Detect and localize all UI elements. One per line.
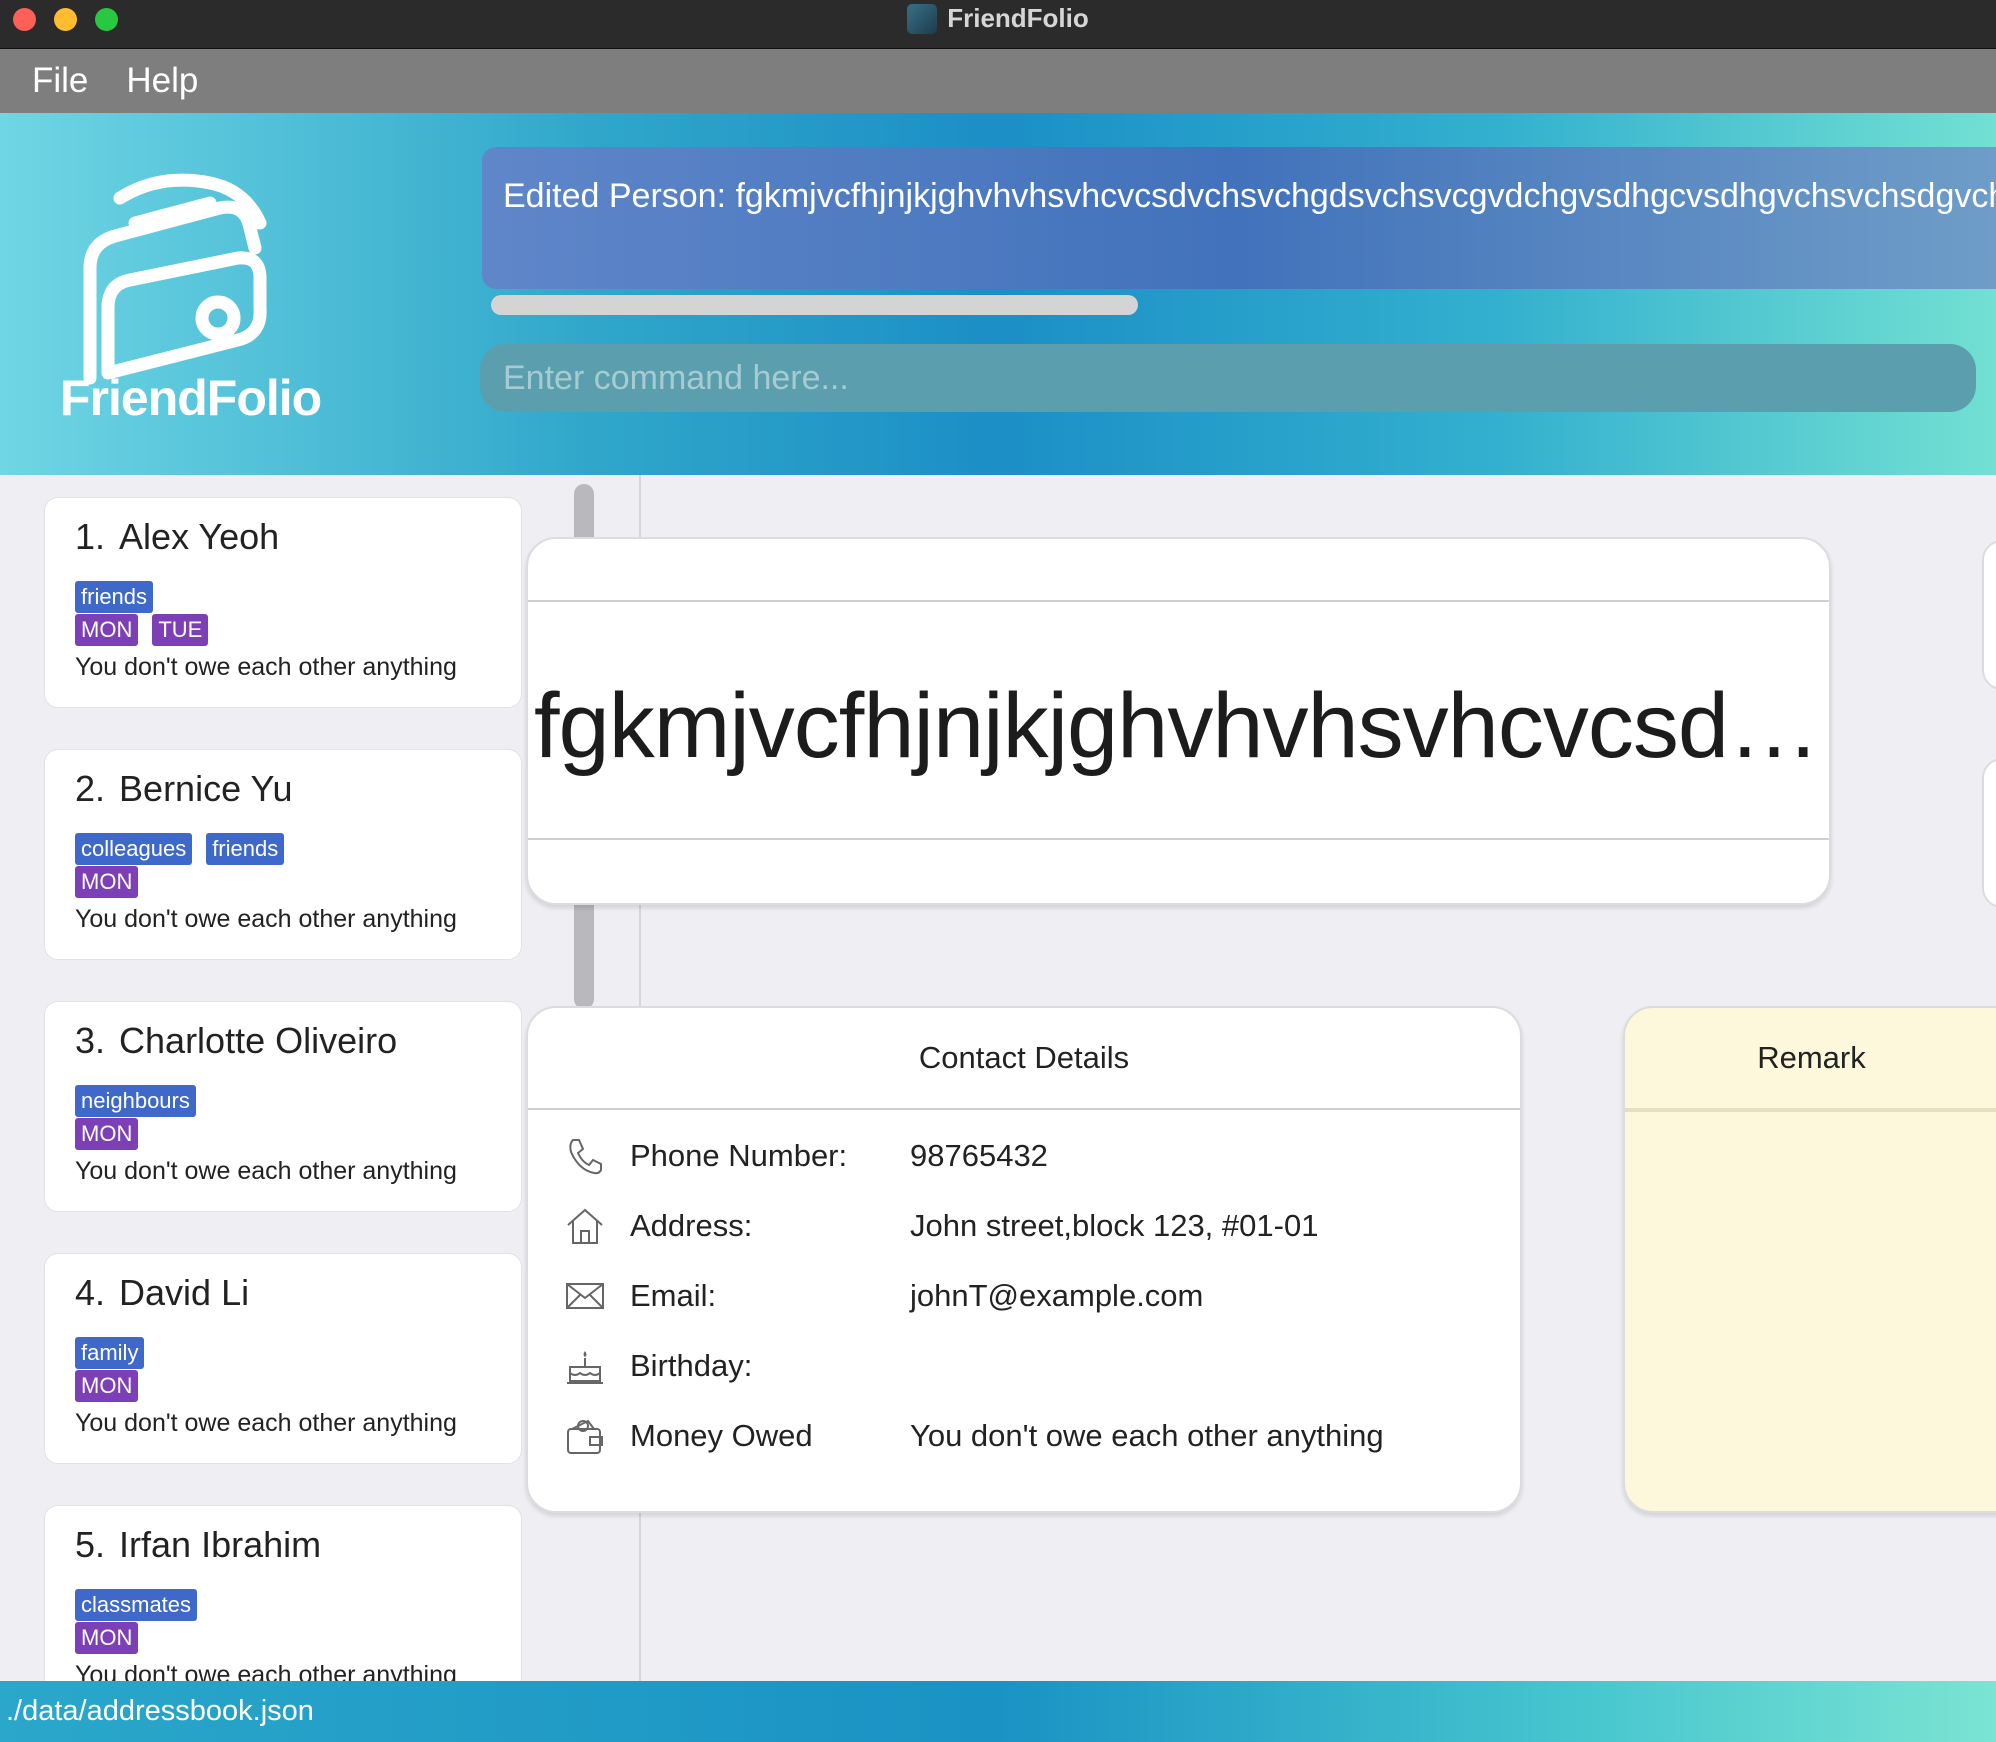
tag-badge: colleagues — [75, 833, 193, 865]
owe-status: You don't owe each other anything — [75, 653, 457, 681]
email-value: johnT@example.com — [910, 1278, 1204, 1313]
cake-icon — [567, 1351, 603, 1384]
person-card[interactable]: 4. David Li family MON You don't owe each… — [44, 1253, 522, 1464]
person-card[interactable]: 5. Irfan Ibrahim classmates MON You don't… — [44, 1505, 522, 1681]
day-badge: MON — [75, 1370, 139, 1402]
person-card[interactable]: 1. Alex Yeoh friends MON TUE You don't ow… — [44, 497, 522, 708]
result-message: Edited Person: fgkmjvcfhjnjkjghvhvhsvhcv… — [503, 177, 1996, 215]
tag-badge: friends — [75, 581, 154, 613]
person-index: 3. — [75, 1020, 106, 1061]
person-index: 5. — [75, 1524, 106, 1565]
day-badge: MON — [75, 1118, 139, 1150]
owe-status: You don't owe each other anything — [75, 1157, 457, 1185]
command-input[interactable] — [503, 358, 1976, 398]
header-panel: FriendFolio Edited Person: fgkmjvcfhjnjk… — [0, 113, 1996, 475]
app-icon — [907, 3, 938, 34]
person-index: 1. — [75, 516, 106, 557]
result-scrollbar[interactable] — [491, 295, 1138, 315]
person-name: Irfan Ibrahim — [119, 1524, 322, 1565]
phone-icon — [569, 1139, 602, 1175]
person-name: Alex Yeoh — [119, 516, 280, 557]
person-card[interactable]: 2. Bernice Yu colleagues friends MON You … — [44, 749, 522, 960]
money-owed-row: Money Owed You don't owe each other anyt… — [564, 1411, 1384, 1461]
contact-details-card: Contact Details Phone Number: 98765432 A… — [526, 1006, 1522, 1513]
person-list: 1. Alex Yeoh friends MON TUE You don't ow… — [0, 475, 580, 1681]
birthday-label: Birthday: — [630, 1348, 753, 1383]
day-badge: TUE — [152, 614, 209, 646]
person-name: Charlotte Oliveiro — [119, 1020, 398, 1061]
day-badge: MON — [75, 866, 139, 898]
phone-row: Phone Number: 98765432 — [564, 1131, 1048, 1181]
address-label: Address: — [630, 1208, 753, 1243]
logo-text: FriendFolio — [60, 370, 322, 426]
person-name: Bernice Yu — [119, 768, 293, 809]
result-display: Edited Person: fgkmjvcfhjnjkjghvhvhsvhcv… — [482, 147, 1996, 289]
mail-icon — [566, 1283, 604, 1309]
birthday-row: Birthday: — [564, 1341, 910, 1391]
tag-badge: family — [75, 1337, 145, 1369]
person-name: David Li — [119, 1272, 250, 1313]
side-card-edge — [1982, 758, 1996, 908]
app-window: FriendFolio File Help FriendFolio Edited… — [0, 0, 1996, 1742]
tag-badge: classmates — [75, 1589, 198, 1621]
money-owed-value: You don't owe each other anything — [910, 1418, 1384, 1453]
window-title: FriendFolio — [947, 3, 1089, 33]
phone-value: 98765432 — [910, 1138, 1048, 1173]
email-label: Email: — [630, 1278, 717, 1313]
home-icon — [567, 1208, 603, 1244]
owe-status: You don't owe each other anything — [75, 905, 457, 933]
day-badge: MON — [75, 614, 139, 646]
menu-help[interactable]: Help — [126, 61, 198, 101]
tag-badge: neighbours — [75, 1085, 196, 1117]
owe-status: You don't owe each other anything — [75, 1661, 457, 1681]
side-card-edge — [1982, 540, 1996, 690]
phone-label: Phone Number: — [630, 1138, 848, 1173]
status-bar: ./data/addressbook.json — [0, 1681, 1996, 1742]
address-value: John street,block 123, #01-01 — [910, 1208, 1319, 1243]
remark-card: Remark — [1623, 1006, 1996, 1513]
selected-person-name: fgkmjvcfhjnjkjghvhvhsvhcvcsdvchsvchgdsvc… — [534, 675, 1824, 777]
wallet-icon — [567, 1419, 603, 1454]
day-badge: MON — [75, 1622, 139, 1654]
tag-badge: friends — [206, 833, 285, 865]
person-card[interactable]: 3. Charlotte Oliveiro neighbours MON You … — [44, 1001, 522, 1212]
contact-details-title: Contact Details — [528, 1008, 1520, 1110]
menu-file[interactable]: File — [32, 61, 88, 101]
menu-bar: File Help — [0, 49, 1996, 113]
title-bar: FriendFolio — [0, 0, 1996, 49]
command-box[interactable] — [480, 344, 1976, 412]
save-location-path: ./data/addressbook.json — [6, 1695, 314, 1727]
money-owed-label: Money Owed — [630, 1418, 813, 1453]
remark-title: Remark — [1625, 1008, 1996, 1110]
address-row: Address: John street,block 123, #01-01 — [564, 1201, 1318, 1251]
owe-status: You don't owe each other anything — [75, 1409, 457, 1437]
person-index: 2. — [75, 768, 106, 809]
person-name-card: fgkmjvcfhjnjkjghvhvhsvhcvcsdvchsvchgdsvc… — [526, 537, 1831, 905]
person-index: 4. — [75, 1272, 106, 1313]
email-row: Email: johnT@example.com — [564, 1271, 1203, 1321]
